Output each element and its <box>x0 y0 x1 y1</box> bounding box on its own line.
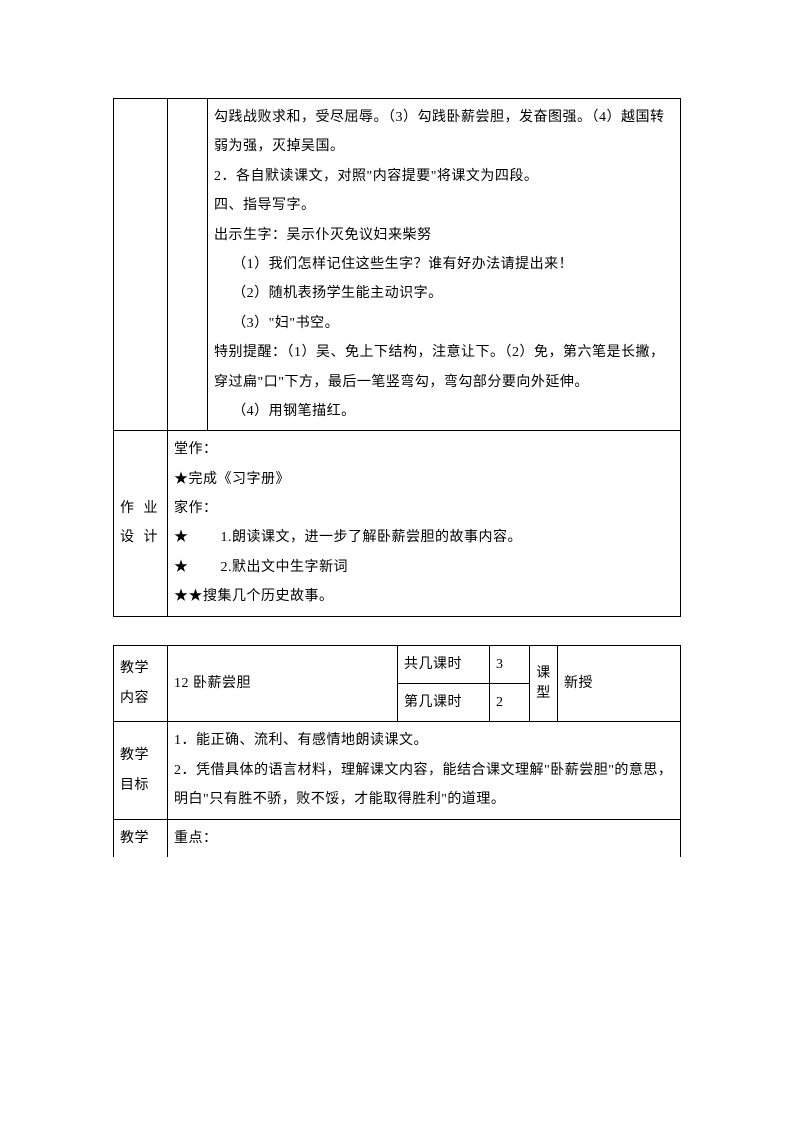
hw-line-3: 家作： <box>174 494 674 523</box>
lower-table: 教学内容 12 卧薪尝胆 共几课时 3 课型 新授 第几课时 2 教学目标 1．… <box>113 645 681 857</box>
upper-left-empty <box>114 99 168 431</box>
hw-line-6: ★★搜集几个历史故事。 <box>174 582 674 611</box>
hw-line-1: 堂作： <box>174 435 674 464</box>
focus-label: 重点： <box>174 831 218 846</box>
para-6: （2）随机表扬学生能主动识字。 <box>214 279 676 308</box>
para-4: 出示生字：吴示仆灭免议妇来柴努 <box>214 221 676 250</box>
para-7: （3）"妇"书空。 <box>214 309 676 338</box>
upper-right-content: 勾践战败求和，受尽屈辱。（3）勾践卧薪尝胆，发奋图强。（4）越国转弱为强，灭掉吴… <box>208 99 681 431</box>
total-periods-value: 3 <box>490 645 530 683</box>
para-8: 特别提醒：（1）吴、免上下结构，注意让下。（2）免，第六笔是长撇，穿过扁"口"下… <box>214 338 676 397</box>
para-9: （4）用钢笔描红。 <box>214 397 676 426</box>
homework-content: 堂作： ★完成《习字册》 家作： ★ 1.朗读课文，进一步了解卧薪尝胆的故事内容… <box>168 431 681 616</box>
teach-label: 教学 <box>114 819 168 857</box>
type-value: 新授 <box>558 645 681 722</box>
total-periods-label: 共几课时 <box>398 645 490 683</box>
para-3: 四、指导写字。 <box>214 191 676 220</box>
hw-line-2: ★完成《习字册》 <box>174 465 674 494</box>
goal-label: 教学目标 <box>114 722 168 819</box>
goal-text: 1．能正确、流利、有感情地朗读课文。 2．凭借具体的语言材料，理解课文内容，能结… <box>168 722 681 819</box>
which-period-label: 第几课时 <box>398 684 490 722</box>
hw-line-5: ★ 2.默出文中生字新词 <box>174 553 674 582</box>
goal-text-inner: 1．能正确、流利、有感情地朗读课文。 2．凭借具体的语言材料，理解课文内容，能结… <box>174 726 674 814</box>
content-label: 教学内容 <box>114 645 168 722</box>
which-period-value: 2 <box>490 684 530 722</box>
homework-label: 作 业设 计 <box>114 431 168 616</box>
focus-cell: 重点： <box>168 819 681 857</box>
upper-mid-empty <box>168 99 208 431</box>
para-2: 2．各自默读课文，对照"内容提要"将课文为四段。 <box>214 162 676 191</box>
para-1: 勾践战败求和，受尽屈辱。（3）勾践卧薪尝胆，发奋图强。（4）越国转弱为强，灭掉吴… <box>214 103 676 162</box>
hw-line-4: ★ 1.朗读课文，进一步了解卧薪尝胆的故事内容。 <box>174 523 674 552</box>
lesson-title: 12 卧薪尝胆 <box>168 645 398 722</box>
upper-table: 勾践战败求和，受尽屈辱。（3）勾践卧薪尝胆，发奋图强。（4）越国转弱为强，灭掉吴… <box>113 98 681 617</box>
para-5: （1）我们怎样记住这些生字？谁有好办法请提出来！ <box>214 250 676 279</box>
type-label: 课型 <box>530 645 558 722</box>
